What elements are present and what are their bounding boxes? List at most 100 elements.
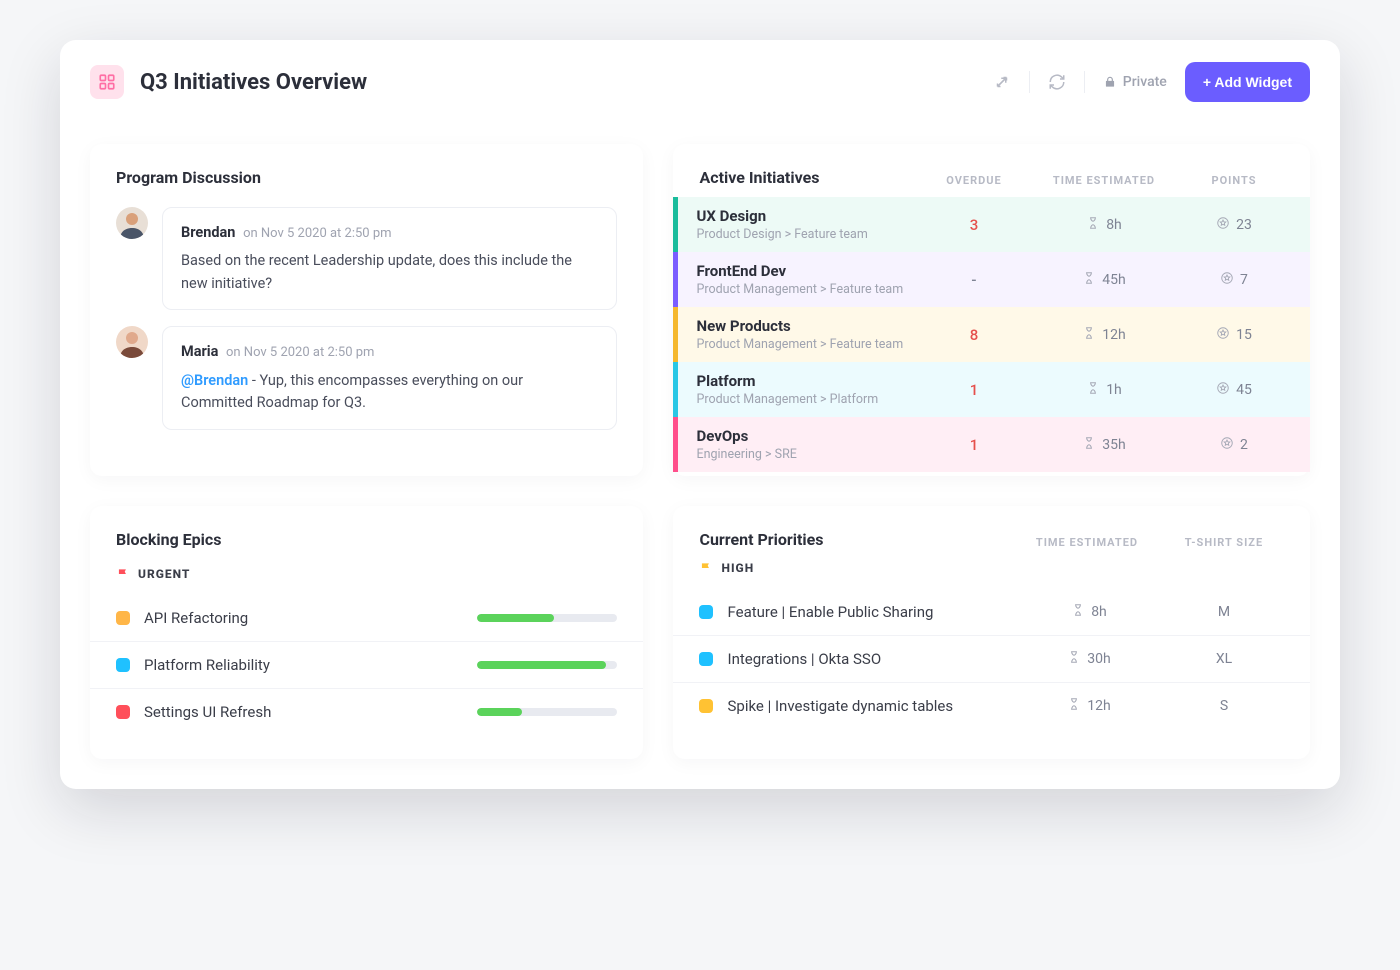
initiative-row[interactable]: DevOps Engineering > SRE 1 35h 2 <box>673 417 1310 472</box>
star-icon <box>1216 326 1230 344</box>
initiative-path: Product Management > Feature team <box>696 337 924 352</box>
initiatives-panel: Active Initiatives OVERDUE TIME ESTIMATE… <box>673 144 1310 476</box>
hourglass-icon <box>1067 650 1081 668</box>
column-header-time: TIME ESTIMATED <box>1022 536 1152 549</box>
priority-time: 12h <box>1024 697 1154 715</box>
priority-item-name: Feature | Enable Public Sharing <box>727 603 933 621</box>
message-body: Based on the recent Leadership update, d… <box>181 252 572 291</box>
column-header-size: T-SHIRT SIZE <box>1164 536 1284 549</box>
initiative-time: 8h <box>1024 216 1184 234</box>
priority-item[interactable]: Spike | Investigate dynamic tables 12h S <box>673 682 1310 729</box>
initiative-name: UX Design <box>696 207 924 225</box>
blocking-item-name: Platform Reliability <box>144 656 270 674</box>
hourglass-icon <box>1086 381 1100 399</box>
panel-title: Active Initiatives <box>699 168 924 187</box>
discussion-message: Maria on Nov 5 2020 at 2:50 pm @Brendan … <box>90 320 643 439</box>
priority-size: S <box>1164 698 1284 714</box>
blocking-item[interactable]: Settings UI Refresh <box>90 688 643 735</box>
priority-label-text: HIGH <box>721 561 754 575</box>
priority-time: 30h <box>1024 650 1154 668</box>
priority-item[interactable]: Feature | Enable Public Sharing 8h M <box>673 589 1310 635</box>
message-author: Brendan <box>181 224 235 241</box>
expand-icon[interactable] <box>993 73 1011 91</box>
priority-time: 8h <box>1024 603 1154 621</box>
lock-icon <box>1103 75 1117 89</box>
star-icon <box>1220 436 1234 454</box>
initiative-path: Product Management > Platform <box>696 392 924 407</box>
priority-item[interactable]: Integrations | Okta SSO 30h XL <box>673 635 1310 682</box>
hourglass-icon <box>1082 326 1096 344</box>
initiative-time: 45h <box>1024 271 1184 289</box>
dashboard-card: Q3 Initiatives Overview Private + Add Wi… <box>60 40 1340 789</box>
initiative-time: 1h <box>1024 381 1184 399</box>
initiative-path: Product Management > Feature team <box>696 282 924 297</box>
blocking-item[interactable]: Platform Reliability <box>90 641 643 688</box>
initiative-row[interactable]: FrontEnd Dev Product Management > Featur… <box>673 252 1310 307</box>
priority-label-high: HIGH <box>673 557 1310 589</box>
privacy-toggle[interactable]: Private <box>1103 74 1167 90</box>
message-bubble: Maria on Nov 5 2020 at 2:50 pm @Brendan … <box>162 326 617 429</box>
initiative-overdue: 1 <box>924 381 1024 399</box>
hourglass-icon <box>1086 216 1100 234</box>
message-time: on Nov 5 2020 at 2:50 pm <box>243 226 391 241</box>
panel-title: Blocking Epics <box>90 530 643 563</box>
status-dot <box>116 658 130 672</box>
page-header: Q3 Initiatives Overview Private + Add Wi… <box>60 40 1340 124</box>
status-dot <box>699 605 713 619</box>
progress-bar <box>477 708 617 716</box>
priority-size: M <box>1164 604 1284 620</box>
message-bubble: Brendan on Nov 5 2020 at 2:50 pm Based o… <box>162 207 617 310</box>
message-author: Maria <box>181 343 218 360</box>
initiative-overdue: - <box>924 271 1024 289</box>
initiative-overdue: 1 <box>924 436 1024 454</box>
status-dot <box>699 652 713 666</box>
hourglass-icon <box>1071 603 1085 621</box>
app-icon <box>90 65 124 99</box>
panel-title: Current Priorities <box>699 530 1010 549</box>
divider <box>1084 71 1085 93</box>
initiative-name: FrontEnd Dev <box>696 262 924 280</box>
blocking-item[interactable]: API Refactoring <box>90 595 643 641</box>
star-icon <box>1216 381 1230 399</box>
priority-label-urgent: URGENT <box>90 563 643 595</box>
initiative-points: 23 <box>1184 216 1284 234</box>
status-dot <box>699 699 713 713</box>
blocking-panel: Blocking Epics URGENT API Refactoring Pl… <box>90 506 643 759</box>
discussion-panel: Program Discussion Brendan on Nov 5 2020… <box>90 144 643 476</box>
avatar <box>116 207 148 239</box>
refresh-icon[interactable] <box>1048 73 1066 91</box>
mention[interactable]: @Brendan <box>181 372 248 389</box>
privacy-label: Private <box>1123 74 1167 90</box>
page-title: Q3 Initiatives Overview <box>140 70 977 95</box>
column-header-points: POINTS <box>1184 174 1284 187</box>
hourglass-icon <box>1082 436 1096 454</box>
progress-bar <box>477 614 617 622</box>
initiative-points: 7 <box>1184 271 1284 289</box>
initiative-path: Engineering > SRE <box>696 447 924 462</box>
column-header-overdue: OVERDUE <box>924 174 1024 187</box>
star-icon <box>1220 271 1234 289</box>
priority-item-name: Spike | Investigate dynamic tables <box>727 697 953 715</box>
dashboard-grid: Program Discussion Brendan on Nov 5 2020… <box>60 124 1340 759</box>
initiative-row[interactable]: Platform Product Management > Platform 1… <box>673 362 1310 417</box>
status-dot <box>116 705 130 719</box>
hourglass-icon <box>1067 697 1081 715</box>
flag-icon <box>699 561 713 575</box>
blocking-item-name: Settings UI Refresh <box>144 703 271 721</box>
priority-size: XL <box>1164 651 1284 667</box>
initiative-points: 45 <box>1184 381 1284 399</box>
initiative-row[interactable]: New Products Product Management > Featur… <box>673 307 1310 362</box>
initiatives-header: Active Initiatives OVERDUE TIME ESTIMATE… <box>673 168 1310 197</box>
hourglass-icon <box>1082 271 1096 289</box>
initiative-path: Product Design > Feature team <box>696 227 924 242</box>
message-time: on Nov 5 2020 at 2:50 pm <box>226 345 374 360</box>
discussion-message: Brendan on Nov 5 2020 at 2:50 pm Based o… <box>90 201 643 320</box>
divider <box>1029 71 1030 93</box>
priorities-panel: Current Priorities TIME ESTIMATED T-SHIR… <box>673 506 1310 759</box>
initiative-row[interactable]: UX Design Product Design > Feature team … <box>673 197 1310 252</box>
priority-item-name: Integrations | Okta SSO <box>727 650 881 668</box>
progress-bar <box>477 661 617 669</box>
add-widget-button[interactable]: + Add Widget <box>1185 62 1310 102</box>
initiative-time: 35h <box>1024 436 1184 454</box>
column-header-time: TIME ESTIMATED <box>1024 174 1184 187</box>
